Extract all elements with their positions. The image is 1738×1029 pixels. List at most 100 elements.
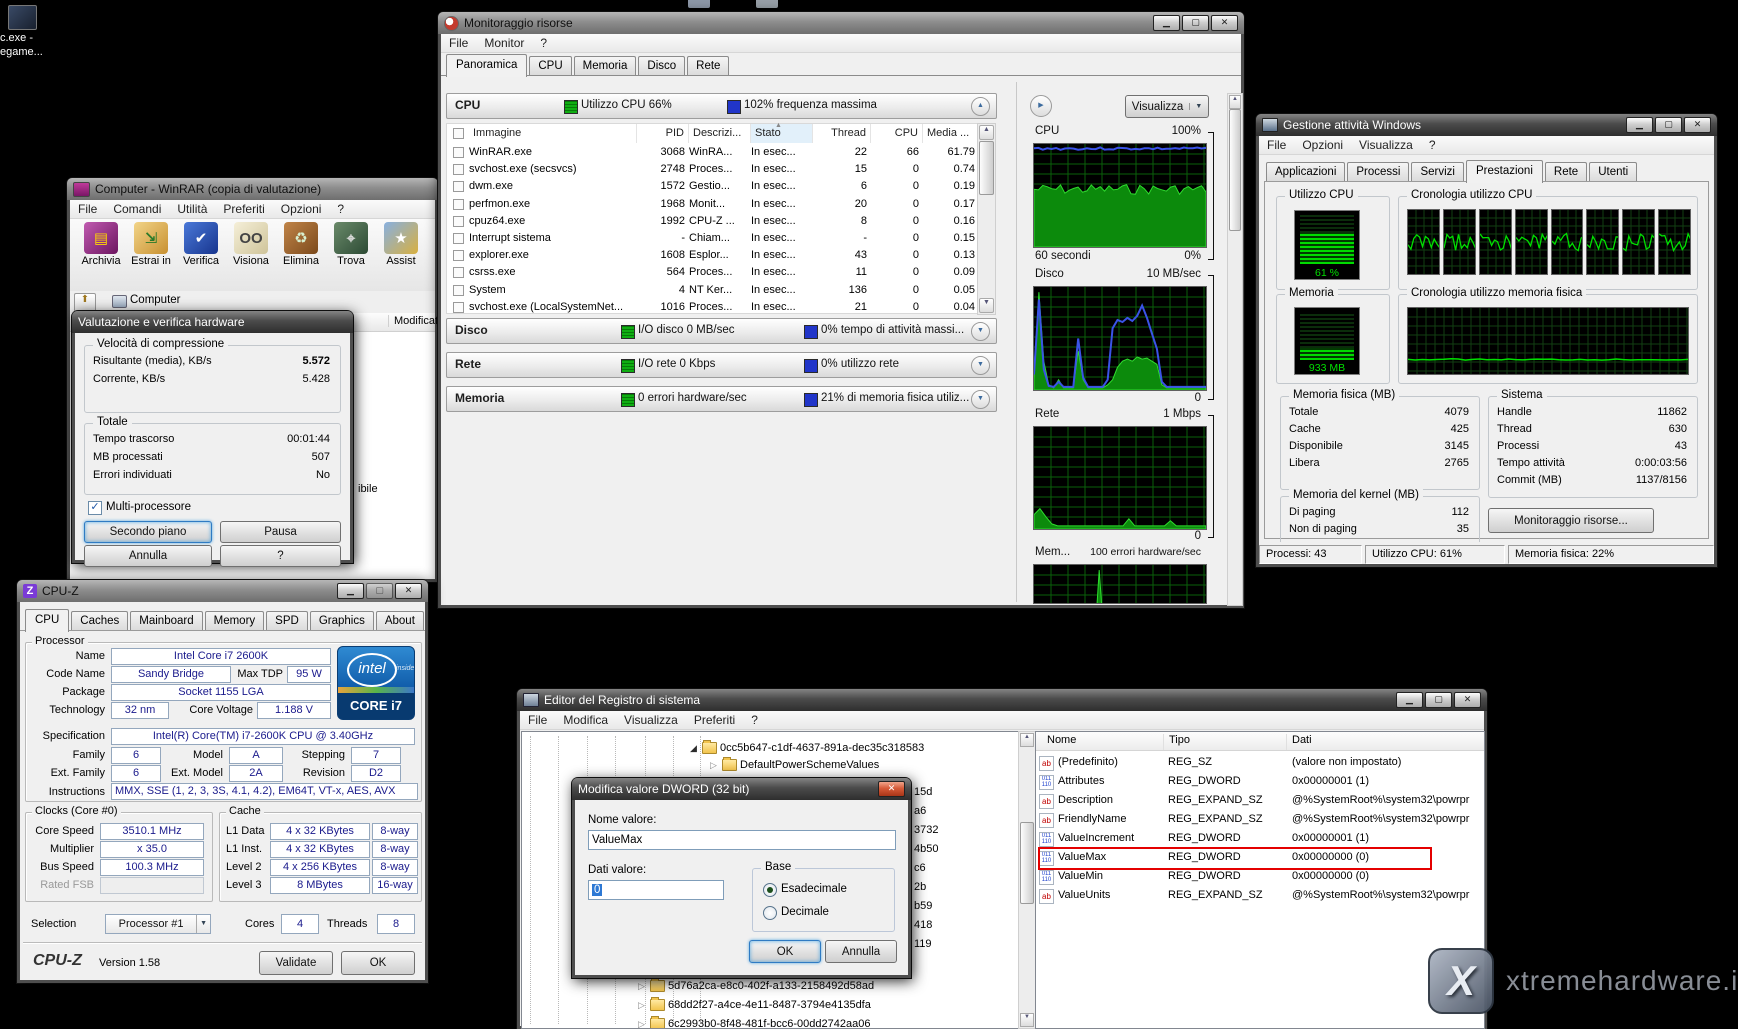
- tree-item[interactable]: ◢0cc5b647-c1df-4637-891a-dec35c318583: [690, 742, 924, 754]
- row-checkbox[interactable]: [453, 147, 464, 158]
- winrar-menu-utilit[interactable]: Utilità: [169, 201, 215, 217]
- row-checkbox[interactable]: [453, 285, 464, 296]
- close-button[interactable]: ✕: [1684, 117, 1711, 133]
- process-row[interactable]: svchost.exe (LocalSystemNet...1016Proces…: [447, 299, 978, 314]
- taskmgr-tab-utenti[interactable]: Utenti: [1589, 162, 1637, 182]
- winrar-menu-opzioni[interactable]: Opzioni: [273, 201, 330, 217]
- toolbar-archivia-button[interactable]: ▤Archivia: [76, 222, 126, 267]
- resmon-menu-file[interactable]: File: [441, 35, 476, 51]
- collapsed-triangle-icon[interactable]: ▷: [638, 981, 647, 992]
- row-checkbox[interactable]: [453, 233, 464, 244]
- ok-button[interactable]: OK: [341, 951, 415, 975]
- col-nome[interactable]: Nome: [1042, 734, 1163, 750]
- tree-item[interactable]: ▷DefaultPowerSchemeValues: [710, 759, 879, 771]
- minimize-button[interactable]: ▁: [337, 583, 364, 599]
- col-descrizione[interactable]: Descrizi...: [689, 124, 751, 144]
- winrar-menu-[interactable]: ?: [329, 201, 352, 217]
- process-table-header[interactable]: Immagine PID Descrizi... Stato Thread CP…: [446, 123, 979, 145]
- desktop-icon[interactable]: [8, 5, 37, 30]
- address-crumb[interactable]: Computer: [130, 294, 181, 306]
- row-checkbox[interactable]: [453, 216, 464, 227]
- expand-chevron-icon[interactable]: ▼: [971, 356, 990, 375]
- taskmgr-tab-prestazioni[interactable]: Prestazioni: [1466, 160, 1543, 183]
- expand-chevron-icon[interactable]: ▼: [971, 390, 990, 409]
- collapsed-triangle-icon[interactable]: ▷: [638, 1000, 647, 1011]
- regedit-menu-[interactable]: ?: [743, 712, 766, 728]
- collapse-chevron-icon[interactable]: ▲: [971, 97, 990, 116]
- process-row[interactable]: Interrupt sistema-Chiam...In esec...-00.…: [447, 230, 978, 247]
- process-row[interactable]: WinRAR.exe3068WinRA...In esec...226661.7…: [447, 144, 978, 161]
- winrar-titlebar[interactable]: Computer - WinRAR (copia di valutazione): [67, 178, 438, 200]
- pause-button[interactable]: Pausa: [220, 521, 341, 543]
- row-checkbox[interactable]: [453, 250, 464, 261]
- maximize-button[interactable]: ▢: [1182, 15, 1209, 31]
- process-table-scrollbar[interactable]: ▲ ▼: [977, 123, 996, 315]
- cpuz-tab-mainboard[interactable]: Mainboard: [130, 611, 202, 631]
- registry-value-row[interactable]: 011110AttributesREG_DWORD0x00000001 (1): [1036, 773, 1484, 791]
- value-data-input[interactable]: 0: [588, 880, 724, 900]
- memory-section-bar[interactable]: Memoria 0 errori hardware/sec 21% di mem…: [446, 386, 997, 412]
- tree-item[interactable]: ▷6c2993b0-8f48-481f-bcc6-00dd2742aa06: [638, 1018, 870, 1029]
- tree-item[interactable]: ▷68dd2f27-a4ce-4e11-8487-3794e4135dfa: [638, 999, 871, 1011]
- registry-value-row[interactable]: abFriendlyNameREG_EXPAND_SZ@%SystemRoot%…: [1036, 811, 1484, 829]
- dialog-titlebar[interactable]: Valutazione e verifica hardware: [72, 311, 353, 333]
- winrar-menu-file[interactable]: File: [70, 201, 105, 217]
- expand-chevron-icon[interactable]: ▼: [971, 322, 990, 341]
- hex-radio[interactable]: [763, 883, 777, 897]
- toolbar-assist-button[interactable]: ★Assist: [376, 222, 426, 267]
- row-checkbox[interactable]: [453, 164, 464, 175]
- hex-radio-label[interactable]: Esadecimale: [781, 883, 847, 895]
- scrollbar-thumb[interactable]: [1229, 109, 1241, 231]
- taskmgr-titlebar[interactable]: Gestione attività Windows ▁ ▢ ✕: [1256, 114, 1717, 136]
- toolbar-trova-button[interactable]: ⌖Trova: [326, 222, 376, 267]
- process-row[interactable]: csrss.exe564Proces...In esec...1100.09: [447, 264, 978, 281]
- col-tipo[interactable]: Tipo: [1163, 734, 1287, 750]
- taskmgr-tab-rete[interactable]: Rete: [1545, 162, 1587, 182]
- column-modified[interactable]: Modificat: [388, 315, 438, 327]
- cpu-section-bar[interactable]: CPU Utilizzo CPU 66% 102% frequenza mass…: [446, 93, 997, 119]
- resmon-menu-[interactable]: ?: [532, 35, 555, 51]
- regedit-titlebar[interactable]: Editor del Registro di sistema ▁ ▢ ✕: [517, 689, 1487, 711]
- col-dati[interactable]: Dati: [1286, 734, 1482, 750]
- validate-button[interactable]: Validate: [259, 951, 333, 975]
- row-checkbox[interactable]: [453, 267, 464, 278]
- panel-scrollbar[interactable]: ▲: [1227, 93, 1243, 606]
- tree-scrollbar[interactable]: ▲ ▼: [1018, 731, 1036, 1029]
- close-button[interactable]: ✕: [1454, 692, 1481, 708]
- tree-item[interactable]: ▷5d76a2ca-e8c0-402f-a133-2158492d58ad: [638, 980, 874, 992]
- resmon-tab-cpu[interactable]: CPU: [529, 56, 571, 76]
- cpuz-tab-spd[interactable]: SPD: [266, 611, 308, 631]
- up-folder-button[interactable]: ⬆: [74, 293, 96, 312]
- toolbar-verifica-button[interactable]: ✔Verifica: [176, 222, 226, 267]
- background-button[interactable]: Secondo piano: [84, 521, 212, 543]
- close-button[interactable]: ✕: [395, 583, 422, 599]
- maximize-button[interactable]: ▢: [366, 583, 393, 599]
- minimize-button[interactable]: ▁: [1396, 692, 1423, 708]
- collapsed-triangle-icon[interactable]: ▷: [638, 1019, 647, 1029]
- network-section-bar[interactable]: Rete I/O rete 0 Kbps 0% utilizzo rete ▼: [446, 352, 997, 378]
- row-checkbox[interactable]: [453, 302, 464, 313]
- multiprocessor-checkbox[interactable]: ✓: [88, 501, 102, 515]
- winrar-menu-preferiti[interactable]: Preferiti: [215, 201, 272, 217]
- winrar-menu-comandi[interactable]: Comandi: [105, 201, 169, 217]
- process-row[interactable]: cpuz64.exe1992CPU-Z ...In esec...800.16: [447, 213, 978, 230]
- minimize-button[interactable]: ▁: [1153, 15, 1180, 31]
- cpuz-tab-cpu[interactable]: CPU: [25, 609, 69, 632]
- minimize-button[interactable]: ▁: [1626, 117, 1653, 133]
- registry-value-row[interactable]: ab(Predefinito)REG_SZ(valore non imposta…: [1036, 754, 1484, 772]
- registry-value-row[interactable]: abValueUnitsREG_EXPAND_SZ@%SystemRoot%\s…: [1036, 887, 1484, 905]
- taskmgr-tab-processi[interactable]: Processi: [1347, 162, 1409, 182]
- col-media[interactable]: Media ...: [923, 124, 978, 144]
- toolbar-estraiin-button[interactable]: ⇲Estrai in: [126, 222, 176, 267]
- col-pid[interactable]: PID: [637, 124, 689, 144]
- row-checkbox[interactable]: [453, 181, 464, 192]
- cpuz-tab-caches[interactable]: Caches: [71, 611, 128, 631]
- col-cpu[interactable]: CPU: [871, 124, 923, 144]
- taskmgr-menu-visualizza[interactable]: Visualizza: [1351, 137, 1421, 153]
- dialog-titlebar[interactable]: Modifica valore DWORD (32 bit) ✕: [572, 778, 911, 800]
- col-thread[interactable]: Thread: [813, 124, 871, 144]
- disk-section-bar[interactable]: Disco I/O disco 0 MB/sec 0% tempo di att…: [446, 318, 997, 344]
- cpuz-tab-graphics[interactable]: Graphics: [310, 611, 374, 631]
- help-button[interactable]: ?: [220, 545, 341, 567]
- cancel-button[interactable]: Annulla: [825, 940, 897, 963]
